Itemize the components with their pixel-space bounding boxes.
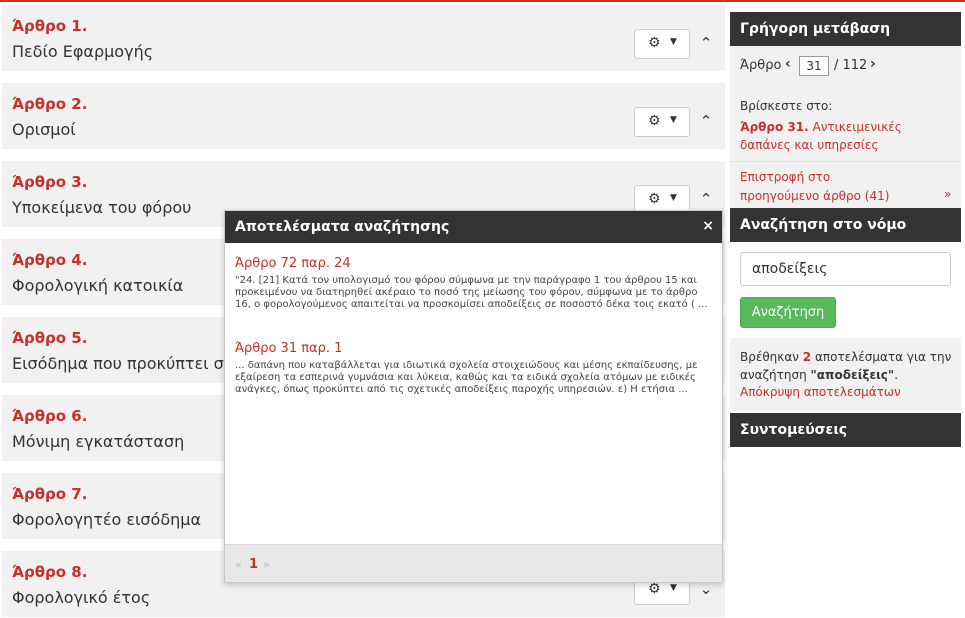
gear-icon: ⚙ (648, 581, 661, 597)
result-snippet: "24. [21] Κατά τον υπολογισμό του φόρου … (235, 275, 708, 310)
popup-title: Αποτελέσματα αναζήτησης (235, 219, 450, 235)
result-title-link[interactable]: Άρθρο 31 παρ. 1 (235, 341, 342, 356)
article-number[interactable]: Άρθρο 6. (12, 407, 87, 425)
pagination: « 1 » (225, 544, 722, 582)
chevron-up-icon[interactable]: ⌃ (696, 187, 716, 211)
article-title[interactable]: Υποκείμενα του φόρου (12, 198, 191, 217)
chevron-left-icon[interactable]: ‹ (785, 56, 791, 72)
article-number-input[interactable] (799, 56, 829, 76)
article-title[interactable]: Εισόδημα που προκύπτει στ (12, 354, 233, 373)
chevron-up-icon[interactable]: ⌃ (696, 31, 716, 55)
back-link[interactable]: Επιστροφή στο προηγούμενο άρθρο (41) (740, 168, 900, 206)
caret-down-icon: ▼ (670, 583, 677, 593)
article-options-button[interactable]: ⚙ ▼ (634, 29, 690, 59)
close-icon[interactable]: × (702, 218, 714, 234)
search-query: "αποδείξεις" (810, 368, 895, 382)
quick-jump-label: Άρθρο (740, 58, 782, 73)
quick-jump-header: Γρήγορη μετάβαση (730, 12, 961, 46)
pagination-current[interactable]: 1 (249, 557, 258, 572)
double-chevron-right-icon[interactable]: » (944, 187, 951, 201)
gear-icon: ⚙ (648, 113, 661, 129)
chevron-right-icon[interactable]: › (870, 56, 876, 72)
caret-down-icon: ▼ (670, 193, 677, 203)
location-label: Βρίσκεστε στο: (740, 99, 833, 113)
pagination-next[interactable]: » (263, 558, 270, 571)
gear-icon: ⚙ (648, 35, 661, 51)
article-item[interactable]: Άρθρο 1. Πεδίο Εφαρμογής ⚙ ▼ ⌃ (2, 5, 725, 71)
gear-icon: ⚙ (648, 191, 661, 207)
article-number[interactable]: Άρθρο 5. (12, 329, 87, 347)
chevron-up-icon[interactable]: ⌃ (696, 109, 716, 133)
article-number[interactable]: Άρθρο 3. (12, 173, 87, 191)
caret-down-icon: ▼ (670, 37, 677, 47)
search-results-popup: Αποτελέσματα αναζήτησης × Άρθρο 72 παρ. … (224, 210, 723, 583)
search-summary: Βρέθηκαν 2 αποτελέσματα για την αναζήτησ… (740, 348, 955, 384)
article-number[interactable]: Άρθρο 2. (12, 95, 87, 113)
found-prefix: Βρέθηκαν (740, 350, 799, 364)
result-snippet: ... δαπάνη που καταβάλλεται για ιδιωτικά… (235, 360, 698, 395)
caret-down-icon: ▼ (670, 115, 677, 125)
article-total: / 112 (834, 58, 868, 73)
result-title-link[interactable]: Άρθρο 72 παρ. 24 (235, 256, 351, 271)
search-input[interactable] (740, 252, 951, 286)
article-item[interactable]: Άρθρο 2. Ορισμοί ⚙ ▼ ⌃ (2, 83, 725, 149)
article-number[interactable]: Άρθρο 7. (12, 485, 87, 503)
current-article-link[interactable]: Άρθρο 31. Αντικειμενικές δαπάνες και υπη… (740, 118, 950, 154)
article-title[interactable]: Ορισμοί (12, 120, 76, 139)
article-number[interactable]: Άρθρο 1. (12, 17, 87, 35)
article-title[interactable]: Μόνιμη εγκατάσταση (12, 432, 184, 451)
result-count: 2 (802, 350, 812, 364)
article-title[interactable]: Φορολογητέο εισόδημα (12, 510, 201, 529)
article-number[interactable]: Άρθρο 8. (12, 563, 87, 581)
search-button[interactable]: Αναζήτηση (740, 297, 836, 328)
search-header: Αναζήτηση στο νόμο (730, 208, 961, 242)
divider (730, 161, 961, 162)
top-accent-line (0, 0, 965, 2)
article-number[interactable]: Άρθρο 4. (12, 251, 87, 269)
found-end: . (894, 368, 899, 382)
hide-results-link[interactable]: Απόκρυψη αποτελεσμάτων (740, 385, 901, 399)
article-title[interactable]: Φορολογική κατοικία (12, 276, 183, 295)
article-options-button[interactable]: ⚙ ▼ (634, 107, 690, 137)
current-article-number: Άρθρο 31. (740, 120, 809, 134)
pagination-prev[interactable]: « (235, 558, 242, 571)
shortcuts-header[interactable]: Συντομεύσεις (730, 413, 961, 447)
article-title[interactable]: Φορολογικό έτος (12, 588, 150, 607)
popup-header: Αποτελέσματα αναζήτησης × (225, 211, 722, 243)
article-title[interactable]: Πεδίο Εφαρμογής (12, 42, 153, 61)
